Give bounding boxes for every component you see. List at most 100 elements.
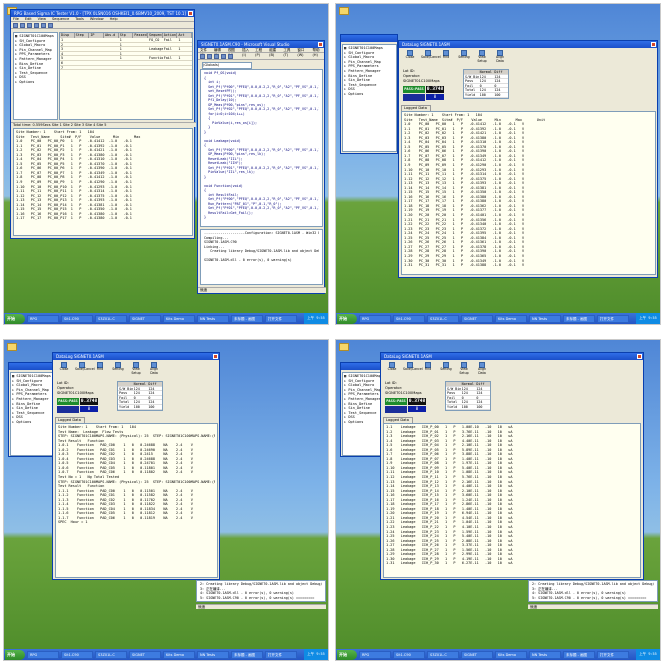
menu-item[interactable]: 编辑(E)	[214, 48, 225, 57]
menu-item[interactable]: Tools	[75, 17, 84, 21]
taskbar-item[interactable]: Sit1.C90	[393, 650, 425, 659]
mini-cell: 124	[494, 88, 501, 92]
menu-item[interactable]: 窗口(W)	[297, 48, 309, 57]
taskbar-item[interactable]: NN Tests	[197, 650, 229, 659]
datalog-tool-button[interactable]: Close	[57, 362, 71, 373]
desktop-folder-icon[interactable]	[7, 343, 17, 351]
taskbar-item[interactable]: NN Tests	[529, 314, 561, 323]
datalog-tool-button[interactable]: View Setup	[129, 362, 143, 374]
taskbar-item[interactable]: NN Tests	[529, 650, 561, 659]
datalog-tool-button[interactable]: Align Data	[147, 362, 161, 374]
datalog-tool-button[interactable]: Setting	[457, 50, 471, 61]
taskbar-item[interactable]: Kits Demo	[495, 314, 527, 323]
datalog-tool-button[interactable]: Align Data	[493, 50, 507, 62]
tool-label: Find	[424, 367, 432, 371]
tree-item[interactable]: ▸ Options	[344, 92, 395, 97]
taskbar-item[interactable]: S3Z01L.C	[427, 650, 459, 659]
taskbar-item[interactable]: Kits Demo	[163, 650, 195, 659]
taskbar-item[interactable]: Kits Demo	[495, 650, 527, 659]
build-icon[interactable]	[228, 54, 233, 59]
datalog-tool-button[interactable]: Close	[403, 50, 417, 61]
start-button[interactable]: 开始	[5, 313, 25, 324]
datalog-tool-button[interactable]: Setting	[439, 362, 453, 373]
taskbar-item[interactable]: 打开文件	[265, 650, 297, 659]
menu-item[interactable]: 组建(B)	[269, 48, 280, 57]
taskbar-item[interactable]: 未标题 - 画图	[231, 314, 263, 323]
open-icon[interactable]	[13, 23, 18, 28]
datalog-tool-button[interactable]: Align Data	[475, 362, 489, 374]
save-icon[interactable]	[20, 23, 25, 28]
close-icon[interactable]	[651, 42, 656, 47]
menu-item[interactable]: 工具(T)	[283, 48, 294, 57]
run-icon[interactable]	[27, 23, 32, 28]
close-icon[interactable]	[213, 354, 218, 359]
taskbar-item[interactable]: 打开文件	[265, 314, 297, 323]
menu-item[interactable]: Help	[110, 17, 118, 21]
desktop-folder-icon[interactable]	[339, 7, 349, 15]
code-editor[interactable]: void Pf_OS(void){ int i; Set_Pf("Pf00","…	[200, 69, 323, 227]
menu-item[interactable]: View	[38, 17, 46, 21]
new-file-icon[interactable]	[200, 54, 205, 59]
taskbar-item[interactable]: RPG	[359, 314, 391, 323]
close-icon[interactable]	[188, 11, 193, 16]
datalog-tool-button[interactable]: View Setup	[475, 50, 489, 62]
taskbar-item[interactable]: Sit1.C90	[61, 650, 93, 659]
taskbar-item[interactable]: S3Z01L.C	[427, 314, 459, 323]
taskbar-item[interactable]: RPG	[27, 650, 59, 659]
datalog-tool-button[interactable]: Close	[385, 362, 399, 373]
print-icon[interactable]	[48, 23, 53, 28]
taskbar-item[interactable]: 未标题 - 画图	[231, 650, 263, 659]
menu-item[interactable]: 文件(F)	[200, 48, 211, 57]
open-icon[interactable]	[207, 54, 212, 59]
start-button[interactable]: 开始	[337, 313, 357, 324]
taskbar-item[interactable]: S3Z01L.C	[95, 314, 127, 323]
menu-item[interactable]: 工程(P)	[255, 48, 266, 57]
taskbar-item[interactable]: RPG	[359, 650, 391, 659]
tree-item[interactable]: ▣ SIGNET01C100Maps	[15, 34, 56, 39]
taskbar-item[interactable]: S3Z01L.C	[95, 650, 127, 659]
taskbar-item[interactable]: 未标题 - 画图	[563, 650, 595, 659]
tree-item[interactable]: ▸ Options	[15, 80, 56, 85]
taskbar-item[interactable]: SIGNET	[129, 314, 161, 323]
menu-item[interactable]: Window	[90, 17, 104, 21]
menu-item[interactable]: 视图(V)	[228, 48, 239, 57]
lot-id-label: Lot ID:	[57, 381, 69, 385]
taskbar-item[interactable]: NN Tests	[197, 314, 229, 323]
menu-item[interactable]: 插入(I)	[242, 48, 252, 57]
datalog-tool-button[interactable]: Save/Cancel	[75, 362, 95, 373]
taskbar-item[interactable]: SIGNET	[461, 650, 493, 659]
taskbar-item[interactable]: RPG	[27, 314, 59, 323]
start-button[interactable]: 开始	[337, 649, 357, 660]
menu-item[interactable]: Sequence	[52, 17, 69, 21]
cut-icon[interactable]	[221, 54, 226, 59]
taskbar-item[interactable]: SIGNET	[129, 650, 161, 659]
taskbar-item[interactable]: Sit1.C90	[61, 314, 93, 323]
menu-item[interactable]: File	[13, 17, 19, 21]
grid-cell	[104, 43, 119, 47]
tree-item[interactable]: ▸ Pattern_Manager	[15, 57, 56, 62]
menu-item[interactable]: 帮助(H)	[313, 48, 324, 57]
datalog-tool-button[interactable]: Find	[439, 50, 453, 61]
close-icon[interactable]	[637, 354, 642, 359]
datalog-tool-button[interactable]: Find	[93, 362, 107, 373]
table-row[interactable]: 7	[60, 66, 192, 71]
settings-icon[interactable]	[41, 23, 46, 28]
datalog-tool-button[interactable]: Setting	[111, 362, 125, 373]
taskbar-item[interactable]: 打开文件	[597, 650, 629, 659]
stop-icon[interactable]	[34, 23, 39, 28]
menu-item[interactable]: Edit	[25, 17, 32, 21]
taskbar-item[interactable]: SIGNET	[461, 314, 493, 323]
taskbar-item[interactable]: 打开文件	[597, 314, 629, 323]
save-icon[interactable]	[214, 54, 219, 59]
desktop-folder-icon[interactable]	[339, 343, 349, 351]
close-icon[interactable]	[318, 42, 323, 47]
taskbar-item[interactable]: Kits Demo	[163, 314, 195, 323]
datalog-tool-button[interactable]: Save/Cancel	[421, 50, 441, 61]
datalog-tool-button[interactable]: View Setup	[457, 362, 471, 374]
datalog-tool-button[interactable]: Find	[421, 362, 435, 373]
globals-dropdown[interactable]: (Globals)	[202, 62, 252, 69]
taskbar-item[interactable]: Sit1.C90	[393, 314, 425, 323]
datalog-tool-button[interactable]: Save/Cancel	[403, 362, 423, 373]
start-button[interactable]: 开始	[5, 649, 25, 660]
taskbar-item[interactable]: 未标题 - 画图	[563, 314, 595, 323]
